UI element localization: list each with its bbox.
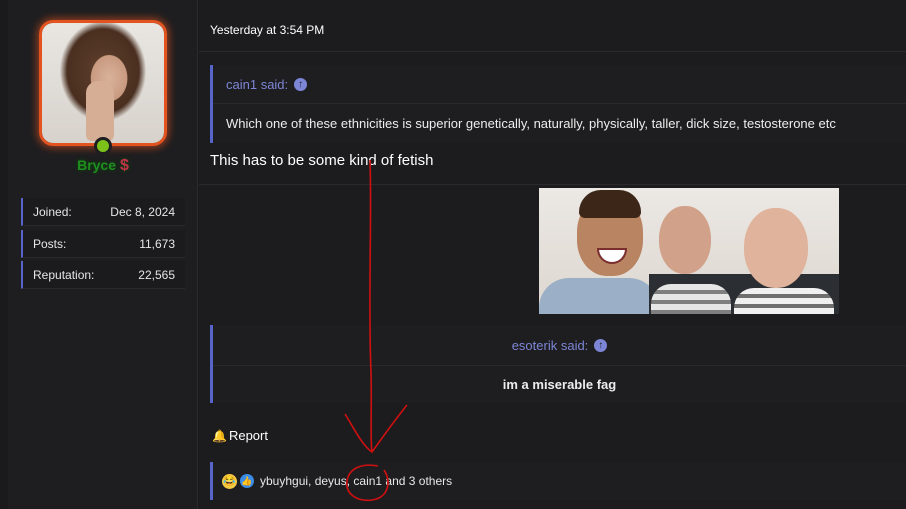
- report-link[interactable]: 🔔 Report: [212, 428, 268, 443]
- quote-author[interactable]: esoterik said:: [512, 338, 589, 353]
- avatar[interactable]: [39, 20, 167, 146]
- quote-block-esoterik: esoterik said: ↑ im a miserable fag: [210, 325, 906, 403]
- image-detail: [539, 278, 659, 314]
- post-body-text: This has to be some kind of fetish: [210, 152, 434, 169]
- quote-block-cain1: cain1 said: ↑ Which one of these ethnici…: [210, 65, 906, 143]
- divider: [199, 184, 906, 185]
- image-detail: [734, 288, 834, 314]
- post-image[interactable]: [539, 188, 839, 314]
- reactions-bar[interactable]: 😂 👍 ybuyhgui, deyus, cain1 and 3 others: [210, 462, 906, 500]
- stat-value: 11,673: [139, 236, 175, 251]
- thumbs-up-icon: 👍: [240, 474, 254, 488]
- user-sidebar: Bryce $ Joined: Dec 8, 2024 Posts: 11,673…: [8, 0, 198, 509]
- username-text[interactable]: Bryce: [77, 157, 116, 173]
- report-label[interactable]: Report: [229, 428, 268, 443]
- quote-author[interactable]: cain1 said:: [226, 77, 288, 92]
- reactions-highlight-user[interactable]: cain1: [353, 474, 382, 488]
- stat-value: 22,565: [138, 267, 175, 282]
- stat-label: Posts:: [33, 236, 67, 251]
- post-date-link[interactable]: Yesterday at 3:54 PM: [210, 23, 324, 37]
- stat-joined: Joined: Dec 8, 2024: [21, 198, 185, 226]
- reactions-text-before[interactable]: ybuyhgui, deyus,: [260, 474, 353, 488]
- jump-to-quote-icon[interactable]: ↑: [594, 338, 608, 352]
- username-link[interactable]: Bryce $: [8, 157, 198, 175]
- stat-value: Dec 8, 2024: [110, 204, 175, 219]
- image-detail: [659, 206, 711, 274]
- stat-posts: Posts: 11,673: [21, 230, 185, 258]
- image-detail: [579, 190, 641, 218]
- quote-text: Which one of these ethnicities is superi…: [226, 116, 836, 131]
- reactions-text-after[interactable]: and 3 others: [382, 474, 452, 488]
- quote-text: im a miserable fag: [502, 377, 617, 392]
- online-status-icon: [94, 137, 112, 155]
- stat-label: Reputation:: [33, 267, 95, 282]
- dollar-badge-icon: $: [120, 157, 129, 174]
- divider: [199, 51, 906, 52]
- avatar-hands: [86, 81, 114, 141]
- bell-icon: 🔔: [212, 428, 227, 443]
- post-main: Yesterday at 3:54 PM cain1 said: ↑ Which…: [199, 0, 906, 509]
- jump-to-quote-icon[interactable]: ↑: [294, 77, 308, 91]
- quote-body: im a miserable fag: [213, 365, 906, 403]
- image-detail: [744, 208, 808, 288]
- laughing-emoji-icon: 😂: [222, 473, 237, 489]
- stat-label: Joined:: [33, 204, 72, 219]
- quote-header[interactable]: cain1 said: ↑: [213, 65, 906, 103]
- quote-body: Which one of these ethnicities is superi…: [213, 103, 906, 143]
- image-detail: [651, 284, 731, 314]
- stat-reputation: Reputation: 22,565: [21, 261, 185, 289]
- quote-header[interactable]: esoterik said: ↑: [213, 325, 906, 365]
